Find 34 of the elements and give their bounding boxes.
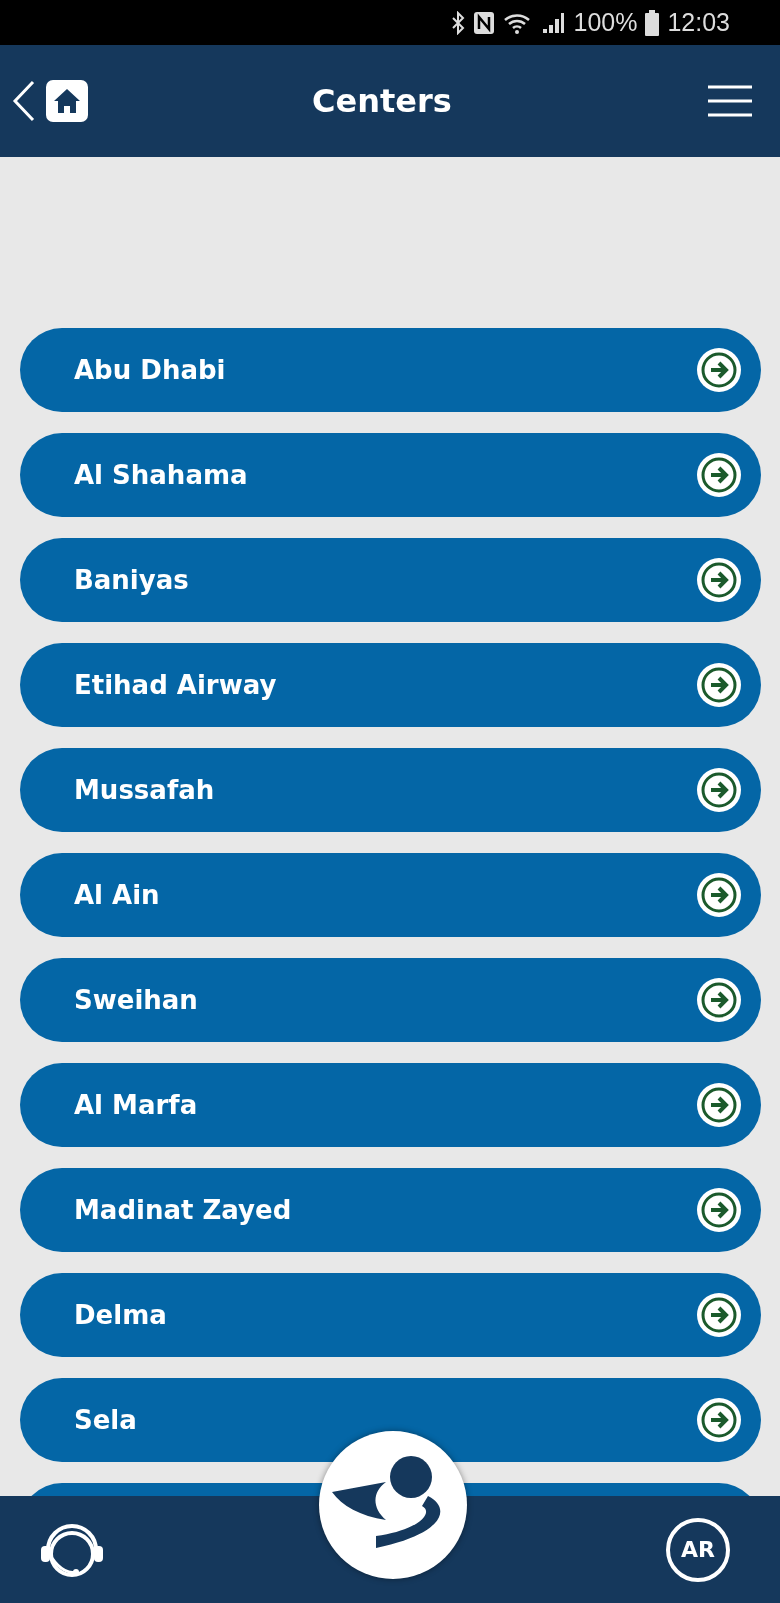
arrow-right-icon [697,1293,741,1337]
battery-percentage: 100% [573,8,638,37]
center-list-item[interactable]: Al Shahama [20,433,761,517]
center-list-item[interactable]: Etihad Airway [20,643,761,727]
arrow-right-icon [697,978,741,1022]
arrow-right-icon [697,348,741,392]
arrow-right-icon [697,768,741,812]
language-button[interactable]: AR [666,1517,730,1582]
center-list-item[interactable]: Baniyas [20,538,761,622]
center-list-item[interactable]: Al Ain [20,853,761,937]
arrow-right-icon [697,1398,741,1442]
home-icon[interactable] [46,80,88,122]
back-icon[interactable] [12,80,36,122]
center-list-item[interactable]: Sweihan [20,958,761,1042]
center-list-item[interactable]: Mussafah [20,748,761,832]
center-list-item[interactable]: Sela [20,1378,761,1462]
arrow-right-icon [697,873,741,917]
signal-icon [541,10,566,35]
center-list-item[interactable]: Delma [20,1273,761,1357]
arrow-right-icon [697,663,741,707]
nfc-icon [473,10,496,35]
battery-icon [645,9,660,36]
arrow-right-icon [697,1188,741,1232]
arrow-right-icon [697,453,741,497]
center-list-item[interactable]: Al Marfa [20,1063,761,1147]
clock-time: 12:03 [667,8,730,37]
center-list-item[interactable]: Madinat Zayed [20,1168,761,1252]
arrow-right-icon [697,1083,741,1127]
logo-icon[interactable] [318,1430,468,1580]
center-list-item[interactable]: Abu Dhabi [20,328,761,412]
page-title: Centers [312,82,452,120]
bluetooth-icon [451,10,466,35]
arrow-right-icon [697,558,741,602]
menu-icon[interactable] [708,85,752,117]
